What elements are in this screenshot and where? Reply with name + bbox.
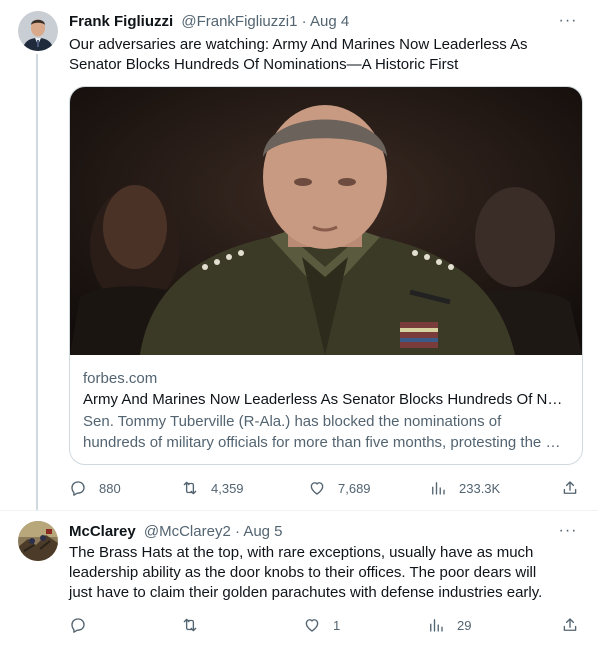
card-domain: forbes.com xyxy=(83,370,158,387)
avatar[interactable] xyxy=(18,11,58,51)
retweet-count: 4,359 xyxy=(211,480,244,496)
reply-button[interactable]: 880 xyxy=(69,478,121,498)
like-count: 7,689 xyxy=(338,480,371,496)
views-count: 233.3K xyxy=(459,480,501,496)
share-icon xyxy=(563,481,577,494)
views-icon xyxy=(432,482,445,495)
share-icon xyxy=(563,618,577,631)
tweet-mcclarey[interactable]: McClarey @McClarey2 · Aug 5 ··· The Bras… xyxy=(0,511,598,651)
like-button[interactable]: 7,689 xyxy=(308,478,371,498)
avatar[interactable] xyxy=(18,521,58,561)
tweet-frank-figliuzzi[interactable]: Frank Figliuzzi @FrankFigliuzzi1 · Aug 4… xyxy=(0,0,598,510)
card-description: Sen. Tommy Tuberville (R-Ala.) has block… xyxy=(83,411,569,453)
avatar-image xyxy=(18,521,58,561)
thread-line xyxy=(36,54,38,510)
tweet-actions: 1 29 xyxy=(69,615,581,635)
heart-icon xyxy=(310,482,324,495)
author-handle[interactable]: @FrankFigliuzzi1 xyxy=(181,13,297,30)
retweet-button[interactable]: 4,359 xyxy=(181,478,244,498)
views-count: 29 xyxy=(457,617,472,633)
more-icon[interactable]: ··· xyxy=(558,13,578,34)
more-icon[interactable]: ··· xyxy=(558,523,578,544)
views-icon xyxy=(430,619,443,632)
card-title: Army And Marines Now Leaderless As Senat… xyxy=(83,391,569,408)
share-button[interactable] xyxy=(561,478,579,498)
reply-button[interactable] xyxy=(69,615,99,635)
author-name[interactable]: McClarey xyxy=(69,523,136,540)
tweet-header: McClarey @McClarey2 · Aug 5 xyxy=(69,522,578,542)
tweet-text: The Brass Hats at the top, with rare exc… xyxy=(69,544,543,601)
reply-count: 880 xyxy=(99,480,121,496)
link-card[interactable]: forbes.com Army And Marines Now Leaderle… xyxy=(69,86,583,465)
author-name[interactable]: Frank Figliuzzi xyxy=(69,13,173,30)
like-button[interactable]: 1 xyxy=(303,615,340,635)
share-button[interactable] xyxy=(561,615,579,635)
meta-separator: · xyxy=(230,523,244,540)
avatar-image xyxy=(18,11,58,51)
card-image xyxy=(70,87,582,355)
heart-icon xyxy=(305,619,319,632)
card-description-line: Sen. Tommy Tuberville (R-Ala.) has block… xyxy=(83,413,502,430)
tweet-date[interactable]: Aug 5 xyxy=(243,523,282,540)
tweet-actions: 880 4,359 7,689 233.3K xyxy=(69,478,581,498)
author-handle[interactable]: @McClarey2 xyxy=(144,523,231,540)
retweet-button[interactable] xyxy=(181,615,211,635)
retweet-icon xyxy=(183,618,197,632)
views-button[interactable]: 233.3K xyxy=(429,478,500,498)
meta-separator: · xyxy=(297,13,310,30)
card-description-line: hundreds of military officials for more … xyxy=(83,434,569,451)
reply-icon xyxy=(71,481,85,496)
tweet-text: Our adversaries are watching: Army And M… xyxy=(69,36,528,73)
tweet-header: Frank Figliuzzi @FrankFigliuzzi1 · Aug 4 xyxy=(69,12,578,32)
retweet-icon xyxy=(183,481,197,495)
views-button[interactable]: 29 xyxy=(427,615,471,635)
reply-icon xyxy=(71,618,85,633)
like-count: 1 xyxy=(333,617,341,633)
tweet-date[interactable]: Aug 4 xyxy=(310,13,349,30)
